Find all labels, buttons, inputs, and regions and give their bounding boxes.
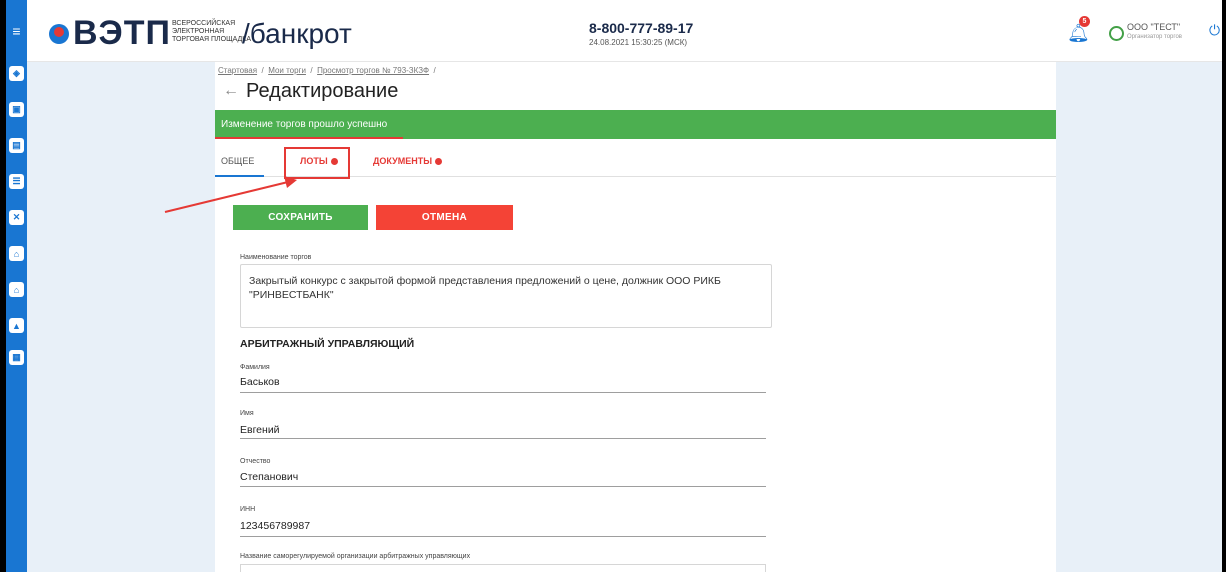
server-datetime: 24.08.2021 15:30:25 (МСК) xyxy=(589,38,688,47)
nav-auction-icon[interactable]: ⌂ xyxy=(9,246,24,261)
nav-document-icon[interactable]: ▣ xyxy=(9,102,24,117)
nav-gavel-icon[interactable]: ✕ xyxy=(9,210,24,225)
sidebar-rail: ≡ ◈ ▣ ▤ ☰ ✕ ⌂ ⌂ ▲ ▦ xyxy=(6,0,27,572)
breadcrumb-item-home[interactable]: Стартовая xyxy=(218,66,257,75)
last-name-label: Фамилия xyxy=(240,364,270,371)
section-heading-manager: АРБИТРАЖНЫЙ УПРАВЛЯЮЩИЙ xyxy=(240,338,415,350)
first-name-underline xyxy=(240,438,766,439)
inn-field[interactable]: 123456789987 xyxy=(240,520,310,532)
last-name-underline xyxy=(240,392,766,393)
logo-text: ВЭТП xyxy=(73,14,171,52)
breadcrumb: Стартовая / Мои торги / Просмотр торгов … xyxy=(218,66,436,75)
user-name[interactable]: ООО "ТЕСТ" xyxy=(1127,22,1180,32)
menu-icon[interactable]: ≡ xyxy=(6,0,27,62)
cancel-button[interactable]: ОТМЕНА xyxy=(376,205,513,230)
power-icon[interactable]: ⏻ xyxy=(1209,22,1220,39)
sro-field[interactable] xyxy=(240,564,766,572)
inn-underline xyxy=(240,536,766,537)
nav-bank-icon[interactable]: ▲ xyxy=(9,318,24,333)
trade-name-label: Наименование торгов xyxy=(240,254,312,261)
top-header: ВЭТП ВСЕРОССИЙСКАЯ ЭЛЕКТРОННАЯ ТОРГОВАЯ … xyxy=(27,0,1222,62)
warning-dot-icon xyxy=(435,158,443,166)
tab-bar: ОБЩЕЕ ЛОТЫ ДОКУМЕНТЫ xyxy=(215,145,1056,179)
annotation-underline xyxy=(215,137,403,139)
nav-scroll-icon[interactable]: ▤ xyxy=(9,138,24,153)
middle-name-label: Отчество xyxy=(240,458,271,465)
success-alert: Изменение торгов прошло успешно xyxy=(215,110,1056,139)
user-role: Организатор торгов xyxy=(1127,34,1182,40)
nav-list-icon[interactable]: ☰ xyxy=(9,174,24,189)
page-background-right xyxy=(1056,62,1222,572)
form-card xyxy=(215,136,1056,572)
nav-home-icon[interactable]: ◈ xyxy=(9,66,24,81)
page-background-left xyxy=(27,62,215,572)
breadcrumb-item-my-trades[interactable]: Мои торги xyxy=(268,66,306,75)
nav-hammer-icon[interactable]: ⌂ xyxy=(9,282,24,297)
page-title: Редактирование xyxy=(246,80,399,102)
back-arrow-icon[interactable]: ← xyxy=(223,82,239,100)
breadcrumb-item-trade-view[interactable]: Просмотр торгов № 793-ЗКЗФ xyxy=(317,66,429,75)
last-name-field[interactable]: Баськов xyxy=(240,376,280,388)
middle-name-field[interactable]: Степанович xyxy=(240,471,298,483)
notification-badge: 5 xyxy=(1079,16,1090,27)
tab-documents[interactable]: ДОКУМЕНТЫ xyxy=(373,156,443,166)
first-name-field[interactable]: Евгений xyxy=(240,424,280,436)
inn-label: ИНН xyxy=(240,506,256,513)
section-title: /банкрот xyxy=(242,18,352,49)
nav-report-icon[interactable]: ▦ xyxy=(9,350,24,365)
alert-text: Изменение торгов прошло успешно xyxy=(221,119,388,130)
trade-name-textarea[interactable]: Закрытый конкурс с закрытой формой предс… xyxy=(240,264,772,328)
middle-name-underline xyxy=(240,486,766,487)
user-avatar-icon[interactable] xyxy=(1109,26,1124,41)
support-phone[interactable]: 8-800-777-89-17 xyxy=(589,20,693,36)
save-button[interactable]: СОХРАНИТЬ xyxy=(233,205,368,230)
screen-frame-right xyxy=(1222,0,1226,572)
sro-label: Название саморегулируемой организации ар… xyxy=(240,553,471,560)
first-name-label: Имя xyxy=(240,410,254,417)
logo-icon xyxy=(49,24,69,44)
logo-subtitle: ВСЕРОССИЙСКАЯ ЭЛЕКТРОННАЯ ТОРГОВАЯ ПЛОЩА… xyxy=(172,20,252,43)
